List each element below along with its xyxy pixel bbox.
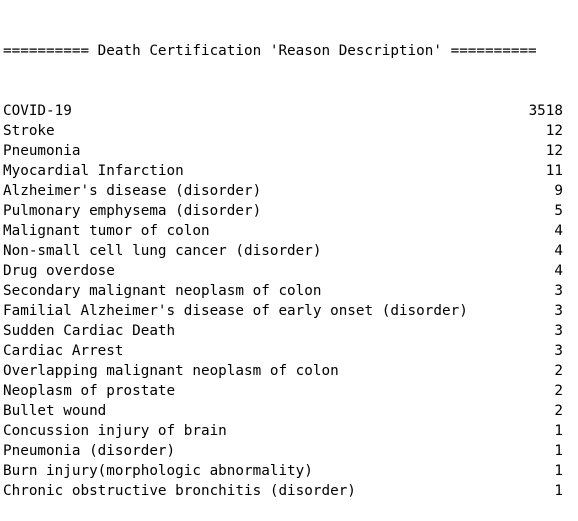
reason-description: Cardiac Arrest (3, 343, 124, 359)
reason-description: Neoplasm of prostate (3, 383, 176, 399)
reason-row: Malignant tumor of colon 4 (3, 221, 563, 241)
reason-row: Concussion injury of brain 1 (3, 421, 563, 441)
reason-count: 3518 (528, 103, 563, 119)
reason-row: Overlapping malignant neoplasm of colon 2 (3, 361, 563, 381)
reason-row: Burn injury(morphologic abnormality) 1 (3, 461, 563, 481)
reason-row: Stroke 12 (3, 121, 563, 141)
reason-count: 12 (545, 123, 563, 139)
reason-row: Drug overdose 4 (3, 261, 563, 281)
reason-description: Familial Alzheimer's disease of early on… (3, 303, 468, 319)
reason-count: 4 (554, 223, 563, 239)
reason-count: 4 (554, 263, 563, 279)
reason-description: COVID-19 (3, 103, 72, 119)
reason-count: 11 (545, 163, 563, 179)
reason-count: 2 (554, 383, 563, 399)
reason-row: Pneumonia 12 (3, 141, 563, 161)
reason-count: 3 (554, 343, 563, 359)
reason-description: Pneumonia (3, 143, 81, 159)
reason-count: 1 (554, 463, 563, 479)
reason-row: Chronic obstructive bronchitis (disorder… (3, 481, 563, 501)
reason-row: COVID-19 3518 (3, 101, 563, 121)
reason-count: 1 (554, 423, 563, 439)
reason-count: 12 (545, 143, 563, 159)
output-header: ========== Death Certification 'Reason D… (3, 43, 537, 59)
console-output: ========== Death Certification 'Reason D… (3, 1, 563, 521)
reason-description: Malignant tumor of colon (3, 223, 210, 239)
reason-description: Concussion injury of brain (3, 423, 227, 439)
reason-count: 2 (554, 403, 563, 419)
reason-row: Sudden Cardiac Death 3 (3, 321, 563, 341)
reason-count: 2 (554, 363, 563, 379)
reason-description: Secondary malignant neoplasm of colon (3, 283, 322, 299)
reason-row: Familial Alzheimer's disease of early on… (3, 301, 563, 321)
reason-count: 1 (554, 483, 563, 499)
reason-row: Secondary malignant neoplasm of colon 3 (3, 281, 563, 301)
reason-description: Overlapping malignant neoplasm of colon (3, 363, 339, 379)
reason-count: 9 (554, 183, 563, 199)
reason-description: Bullet wound (3, 403, 107, 419)
reason-row: Alzheimer's disease (disorder) 9 (3, 181, 563, 201)
reason-count: 3 (554, 323, 563, 339)
reason-description: Sudden Cardiac Death (3, 323, 176, 339)
reason-row: Neoplasm of prostate 2 (3, 381, 563, 401)
reason-description: Pneumonia (disorder) (3, 443, 176, 459)
reason-description: Burn injury(morphologic abnormality) (3, 463, 313, 479)
reason-list: COVID-19 3518 Stroke 12 Pneumonia 12 Myocardia… (3, 101, 563, 501)
reason-count: 3 (554, 283, 563, 299)
reason-count: 1 (554, 443, 563, 459)
reason-row: Pneumonia (disorder) 1 (3, 441, 563, 461)
reason-description: Drug overdose (3, 263, 115, 279)
reason-count: 3 (554, 303, 563, 319)
reason-count: 5 (554, 203, 563, 219)
reason-description: Alzheimer's disease (disorder) (3, 183, 262, 199)
reason-row: Pulmonary emphysema (disorder) 5 (3, 201, 563, 221)
reason-row: Non-small cell lung cancer (disorder) 4 (3, 241, 563, 261)
reason-description: Chronic obstructive bronchitis (disorder… (3, 483, 356, 499)
reason-row: Bullet wound 2 (3, 401, 563, 421)
reason-count: 4 (554, 243, 563, 259)
reason-description: Stroke (3, 123, 55, 139)
reason-row: Myocardial Infarction 11 (3, 161, 563, 181)
reason-row: Cardiac Arrest 3 (3, 341, 563, 361)
reason-description: Myocardial Infarction (3, 163, 184, 179)
reason-description: Pulmonary emphysema (disorder) (3, 203, 262, 219)
reason-description: Non-small cell lung cancer (disorder) (3, 243, 322, 259)
